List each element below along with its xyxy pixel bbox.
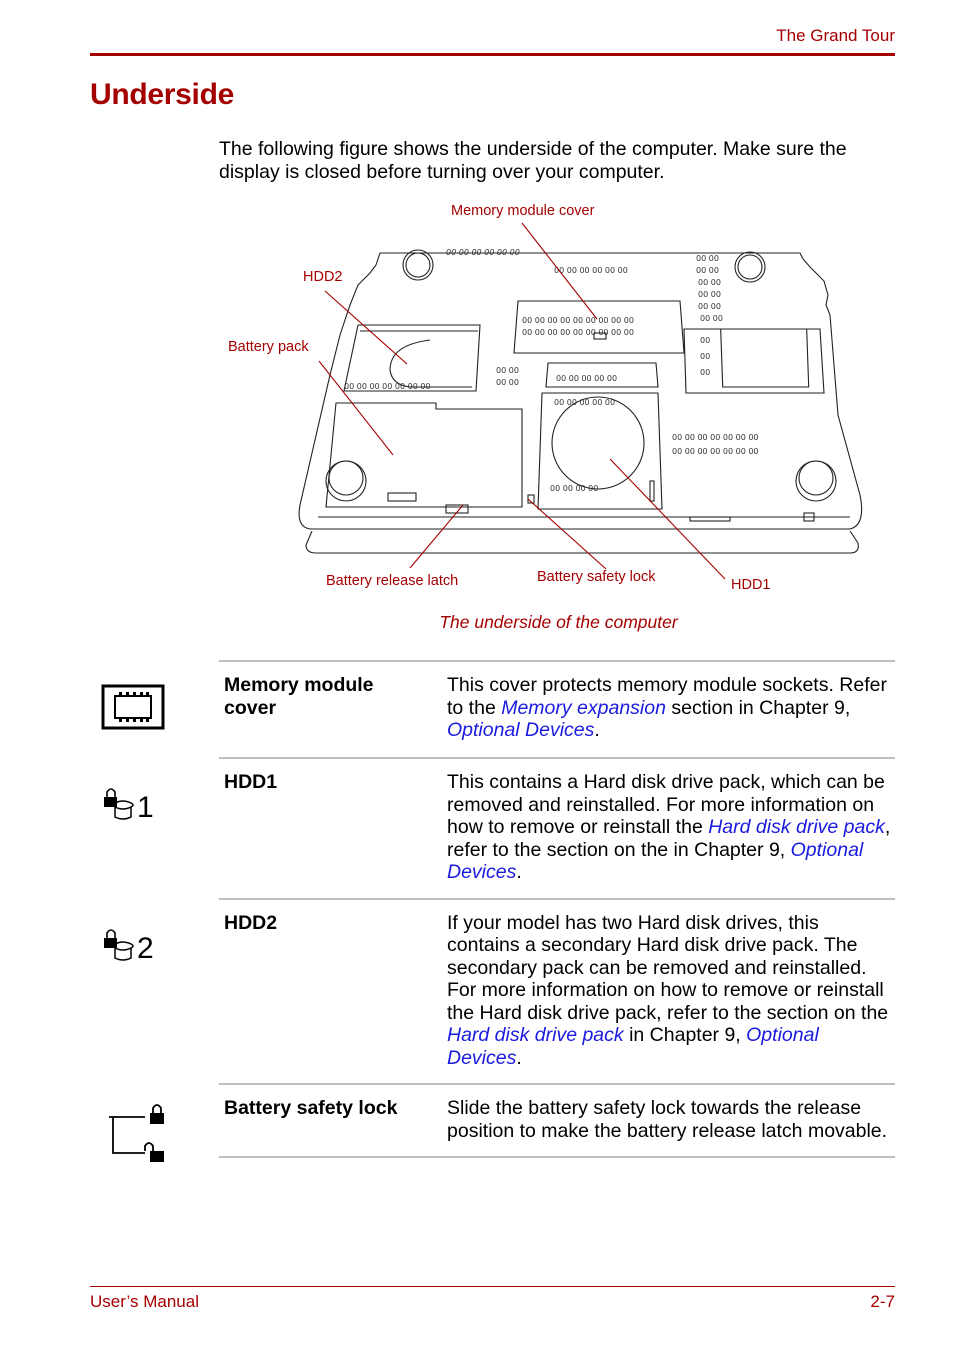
definition-fragment: .	[516, 861, 522, 883]
term-label: Battery safety lock	[224, 1097, 398, 1119]
footer-manual-name: User’s Manual	[90, 1292, 199, 1311]
svg-text:00 00 00 00 00 00: 00 00 00 00 00 00	[446, 248, 520, 257]
definition-text: If your model has two Hard disk drives, …	[447, 900, 895, 1084]
svg-text:00 00: 00 00	[696, 254, 719, 263]
svg-text:00 00 00 00 00 00 00: 00 00 00 00 00 00 00	[672, 433, 759, 442]
definition-fragment: in Chapter 9,	[623, 1024, 747, 1046]
svg-text:00 00: 00 00	[698, 278, 721, 287]
hdd1-platter-outline	[551, 396, 645, 490]
definition-fragment: .	[594, 719, 600, 741]
leader-hdd1	[609, 458, 726, 580]
callout-memory-module-cover: Memory module cover	[451, 203, 595, 219]
term-label: HDD1	[224, 771, 278, 793]
callout-battery-pack: Battery pack	[228, 339, 309, 355]
figure-caption: The underside of the computer	[439, 612, 678, 632]
description-table: Memory module cover This cover protects …	[101, 660, 895, 1162]
svg-text:00: 00	[700, 336, 710, 345]
table-row: 2 HDD2 If your model has two Hard disk d…	[104, 897, 895, 1084]
svg-text:00 00 00 00 00 00: 00 00 00 00 00 00	[554, 266, 628, 275]
memory-module-icon	[101, 684, 165, 735]
svg-text:00 00 00 00 00 00 00 00 00: 00 00 00 00 00 00 00 00 00	[522, 316, 634, 325]
definition-fragment: Slide the battery safety lock towards th…	[447, 1097, 888, 1142]
intro-paragraph: The following figure shows the underside…	[219, 138, 847, 183]
cross-reference-link[interactable]: Memory expansion	[501, 697, 666, 719]
page-title: Underside	[90, 78, 235, 111]
leader-battery-pack	[318, 360, 394, 456]
underside-figure: 00 00 00 00 00 00 00 00 00 00 00 00 00 0…	[210, 195, 890, 605]
battery-safety-lock-icon	[101, 1103, 171, 1170]
svg-text:00 00: 00 00	[700, 314, 723, 323]
definition-text: This contains a Hard disk drive pack, wh…	[447, 759, 895, 898]
laptop-underside-illustration: 00 00 00 00 00 00 00 00 00 00 00 00 00 0…	[298, 222, 863, 580]
table-row: Battery safety lock Slide the battery sa…	[109, 1083, 895, 1162]
memory-cover-panel	[513, 300, 685, 354]
battery-pack-bay	[325, 402, 523, 508]
laptop-lid-outline	[305, 530, 859, 554]
svg-text:00 00: 00 00	[696, 266, 719, 275]
callout-battery-safety-lock: Battery safety lock	[537, 569, 656, 585]
table-row: 1 HDD1 This contains a Hard disk drive p…	[104, 757, 895, 898]
svg-text:00 00 00 00 00 00 00: 00 00 00 00 00 00 00	[672, 447, 759, 456]
header-section-title: The Grand Tour	[776, 26, 895, 45]
hdd1-lock-icon: 1	[101, 785, 165, 830]
cross-reference-link[interactable]: Optional Devices	[447, 719, 594, 741]
table-row: Memory module cover This cover protects …	[101, 660, 895, 757]
leader-battery-release-latch	[409, 504, 464, 569]
cross-reference-link[interactable]: Hard disk drive pack	[447, 1024, 624, 1046]
svg-text:00: 00	[700, 352, 710, 361]
definition-fragment: .	[516, 1046, 522, 1069]
svg-text:00 00: 00 00	[496, 378, 519, 387]
callout-leaders	[318, 222, 726, 580]
svg-text:00 00 00 00 00: 00 00 00 00 00	[554, 398, 615, 407]
vent-holes: 00 00 00 00 00 00 00 00 00 00 00 00 00 0…	[344, 248, 759, 493]
svg-text:00 00 00 00 00: 00 00 00 00 00	[556, 374, 617, 383]
definition-text: This cover protects memory module socket…	[447, 662, 895, 756]
callout-hdd2: HDD2	[303, 269, 343, 285]
callout-battery-release-latch: Battery release latch	[326, 573, 459, 589]
hdd-number: 2	[137, 932, 154, 965]
header-rule	[90, 53, 895, 56]
svg-text:00 00: 00 00	[698, 290, 721, 299]
term-label: Memory module cover	[224, 674, 374, 719]
hdd2-lock-icon: 2	[101, 926, 165, 971]
svg-text:00 00: 00 00	[698, 302, 721, 311]
svg-text:00: 00	[700, 368, 710, 377]
cross-reference-link[interactable]: Hard disk drive pack	[708, 816, 885, 838]
term-label: HDD2	[224, 911, 278, 934]
definition-fragment: If your model has two Hard disk drives, …	[447, 911, 889, 1024]
svg-text:00 00 00 00: 00 00 00 00	[550, 484, 598, 493]
footer-rule	[90, 1286, 895, 1287]
callout-hdd1: HDD1	[731, 577, 771, 593]
definition-text: Slide the battery safety lock towards th…	[447, 1085, 895, 1156]
definition-fragment: section in Chapter 9,	[665, 696, 851, 719]
hdd-number: 1	[137, 791, 154, 824]
svg-text:00 00 00 00 00 00 00: 00 00 00 00 00 00 00	[344, 382, 431, 391]
leader-hdd2	[324, 290, 408, 365]
footer-page-number: 2-7	[870, 1292, 895, 1311]
svg-text:00 00 00 00 00 00 00 00 00: 00 00 00 00 00 00 00 00 00	[522, 328, 634, 337]
svg-text:00 00: 00 00	[496, 366, 519, 375]
